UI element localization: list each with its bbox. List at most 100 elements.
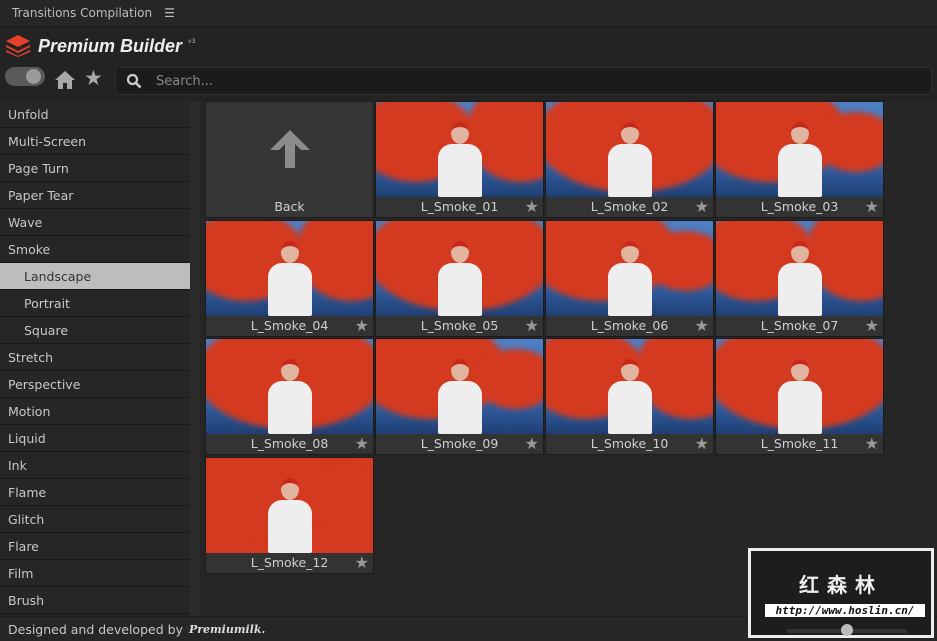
watermark: 红森林 http://www.hoslin.cn/	[748, 548, 934, 638]
sidebar-item-brush[interactable]: Brush	[0, 587, 190, 614]
mode-toggle[interactable]	[5, 67, 45, 86]
search-bar[interactable]: Search...	[115, 67, 932, 95]
preset-label: L_Smoke_10	[590, 436, 669, 451]
home-icon[interactable]	[54, 70, 76, 93]
preset-label: L_Smoke_08	[250, 436, 329, 451]
panel-title: Transitions Compilation	[12, 6, 153, 20]
sidebar-item-label: Page Turn	[8, 160, 69, 176]
favorite-star-icon[interactable]: ★	[525, 436, 539, 452]
favorite-star-icon[interactable]: ★	[355, 317, 369, 334]
sidebar-item-label: Wave	[8, 214, 43, 230]
favorite-star-icon[interactable]: ★	[355, 554, 369, 571]
sidebar-item-label: Multi-Screen	[8, 133, 87, 149]
sidebar-item-wave[interactable]: Wave	[0, 209, 190, 236]
preset-tile[interactable]: L_Smoke_04 ★	[205, 219, 374, 337]
favorite-star-icon[interactable]: ★	[525, 199, 539, 215]
sidebar-item-label: Smoke	[8, 241, 51, 257]
favorite-star-icon[interactable]: ★	[695, 317, 709, 334]
sidebar-item-label: Film	[8, 565, 34, 581]
preset-thumbnail	[546, 102, 713, 197]
back-label: Back	[274, 199, 305, 214]
preset-tile[interactable]: L_Smoke_11 ★	[715, 338, 884, 455]
title-bar: Transitions Compilation ☰	[0, 0, 937, 27]
preset-label: L_Smoke_03	[760, 199, 839, 214]
brand-name: Premium Builder	[38, 35, 183, 56]
preset-tile[interactable]: L_Smoke_02 ★	[545, 101, 714, 218]
sidebar-item-glitch[interactable]: Glitch	[0, 506, 190, 533]
sidebar-item-portrait[interactable]: Portrait	[0, 290, 190, 317]
sidebar-item-label: Perspective	[8, 376, 81, 392]
sidebar-item-label: Portrait	[24, 295, 70, 311]
sidebar-item-label: Liquid	[8, 430, 46, 446]
preset-thumbnail	[206, 220, 373, 316]
preset-tile[interactable]: L_Smoke_03 ★	[715, 101, 884, 218]
preset-thumbnail	[376, 220, 543, 316]
sidebar-item-flare[interactable]: Flare	[0, 533, 190, 560]
watermark-url: http://www.hoslin.cn/	[765, 604, 925, 617]
watermark-chinese: 红森林	[799, 573, 883, 597]
sidebar-item-label: Square	[24, 322, 69, 338]
favorite-star-icon[interactable]: ★	[525, 317, 539, 334]
preset-label: L_Smoke_05	[420, 317, 499, 333]
favorite-star-icon[interactable]: ★	[865, 317, 879, 334]
sidebar-item-unfold[interactable]: Unfold	[0, 101, 190, 128]
sidebar-item-label: Flame	[8, 484, 47, 500]
favorite-star-icon[interactable]: ★	[865, 436, 879, 452]
favorite-star-icon[interactable]: ★	[695, 199, 709, 215]
search-icon	[126, 73, 142, 89]
sidebar-item-perspective[interactable]: Perspective	[0, 371, 190, 398]
watermark-slider-knob	[841, 624, 853, 636]
sidebar-item-multi-screen[interactable]: Multi-Screen	[0, 128, 190, 155]
sidebar-item-film[interactable]: Film	[0, 560, 190, 587]
preset-thumbnail	[376, 339, 543, 434]
back-button[interactable]: Back	[205, 101, 374, 218]
preset-tile[interactable]: L_Smoke_01 ★	[375, 101, 544, 218]
sidebar-item-label: Landscape	[24, 268, 92, 284]
preset-tile[interactable]: L_Smoke_08 ★	[205, 338, 374, 455]
sidebar-item-stretch[interactable]: Stretch	[0, 344, 190, 371]
sidebar-item-label: Brush	[8, 592, 45, 608]
preset-tile[interactable]: L_Smoke_12 ★	[205, 456, 374, 574]
sidebar-item-ink[interactable]: Ink	[0, 452, 190, 479]
sidebar-item-label: Ink	[8, 457, 27, 473]
preset-label: L_Smoke_12	[250, 554, 329, 570]
sidebar-item-label: Paper Tear	[8, 187, 74, 203]
sidebar-item-landscape[interactable]: Landscape	[0, 263, 190, 290]
sidebar-item-label: Unfold	[8, 106, 49, 122]
favorites-star-icon[interactable]: ★	[84, 68, 103, 89]
hamburger-icon[interactable]: ☰	[164, 6, 175, 20]
preset-label: L_Smoke_04	[250, 317, 329, 333]
sidebar-item-flame[interactable]: Flame	[0, 479, 190, 506]
sidebar-item-motion[interactable]: Motion	[0, 398, 190, 425]
preset-thumbnail	[376, 102, 543, 197]
preset-tile[interactable]: L_Smoke_05 ★	[375, 219, 544, 337]
preset-thumbnail	[546, 220, 713, 316]
favorite-star-icon[interactable]: ★	[695, 436, 709, 452]
category-sidebar: Unfold Multi-Screen Page Turn Paper Tear Wav…	[0, 101, 190, 616]
sidebar-item-page-turn[interactable]: Page Turn	[0, 155, 190, 182]
sidebar-item-smoke[interactable]: Smoke	[0, 236, 190, 263]
preset-thumbnail	[716, 220, 883, 316]
favorite-star-icon[interactable]: ★	[355, 436, 369, 452]
developer-logo[interactable]: Premiumilk.	[189, 623, 265, 636]
sidebar-item-square[interactable]: Square	[0, 317, 190, 344]
favorite-star-icon[interactable]: ★	[865, 199, 879, 215]
preset-tile[interactable]: L_Smoke_10 ★	[545, 338, 714, 455]
preset-tile[interactable]: L_Smoke_06 ★	[545, 219, 714, 337]
preset-tile[interactable]: L_Smoke_09 ★	[375, 338, 544, 455]
search-input[interactable]: Search...	[156, 74, 213, 89]
preset-grid: Back L_Smoke_01 ★ L_Smoke_02 ★ L_Smoke_03 ★ L_…	[200, 101, 937, 616]
sidebar-item-paper-tear[interactable]: Paper Tear	[0, 182, 190, 209]
preset-label: L_Smoke_09	[420, 436, 499, 451]
preset-thumbnail	[716, 339, 883, 434]
layers-logo-icon	[6, 35, 30, 57]
sidebar-item-label: Flare	[8, 538, 39, 554]
preset-label: L_Smoke_07	[760, 317, 839, 333]
preset-label: L_Smoke_02	[590, 199, 669, 214]
sidebar-scrollbar[interactable]	[190, 101, 200, 616]
preset-label: L_Smoke_11	[760, 436, 839, 451]
footer-credit: Designed and developed by	[8, 621, 183, 637]
preset-label: L_Smoke_06	[590, 317, 669, 333]
preset-tile[interactable]: L_Smoke_07 ★	[715, 219, 884, 337]
sidebar-item-liquid[interactable]: Liquid	[0, 425, 190, 452]
